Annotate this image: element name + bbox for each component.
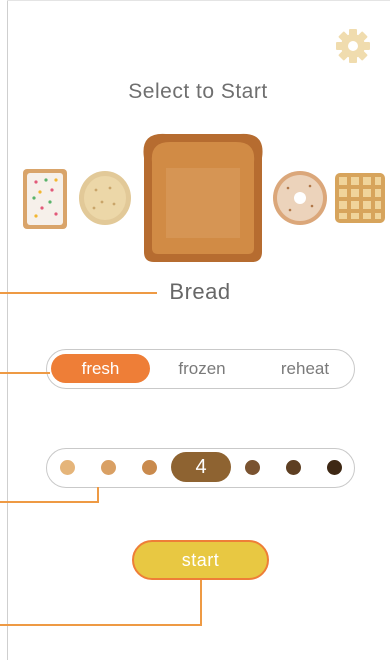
bagel-option[interactable] bbox=[272, 170, 328, 226]
shade-dot-6[interactable] bbox=[286, 460, 301, 475]
bread-option[interactable] bbox=[136, 128, 270, 264]
leader-line-start-v bbox=[200, 580, 202, 626]
page-title: Select to Start bbox=[128, 80, 268, 103]
top-frame-line bbox=[7, 0, 390, 1]
shade-dot-5[interactable] bbox=[245, 460, 260, 475]
gear-icon[interactable] bbox=[333, 26, 373, 66]
toaster-pastry-option[interactable] bbox=[22, 168, 68, 230]
english-muffin-option[interactable] bbox=[78, 170, 132, 226]
selected-food-label: Bread bbox=[169, 279, 231, 304]
mode-fresh-button[interactable]: fresh bbox=[51, 354, 150, 383]
mode-reheat-button[interactable]: reheat bbox=[263, 354, 347, 383]
waffle-option[interactable] bbox=[334, 172, 386, 224]
shade-selected-value[interactable]: 4 bbox=[171, 452, 231, 482]
mode-selector: fresh frozen reheat bbox=[46, 349, 355, 389]
leader-line-shade-h bbox=[0, 501, 99, 503]
mode-frozen-button[interactable]: frozen bbox=[162, 354, 242, 383]
shade-dot-2[interactable] bbox=[101, 460, 116, 475]
leader-line-start-h bbox=[0, 624, 202, 626]
shade-dot-3[interactable] bbox=[142, 460, 157, 475]
leader-line-food bbox=[0, 292, 157, 294]
shade-dot-7[interactable] bbox=[327, 460, 342, 475]
shade-selector: 4 bbox=[46, 448, 355, 488]
start-button[interactable]: start bbox=[132, 540, 269, 580]
leader-line-mode bbox=[0, 372, 50, 374]
food-carousel[interactable] bbox=[18, 128, 385, 268]
shade-dot-1[interactable] bbox=[60, 460, 75, 475]
